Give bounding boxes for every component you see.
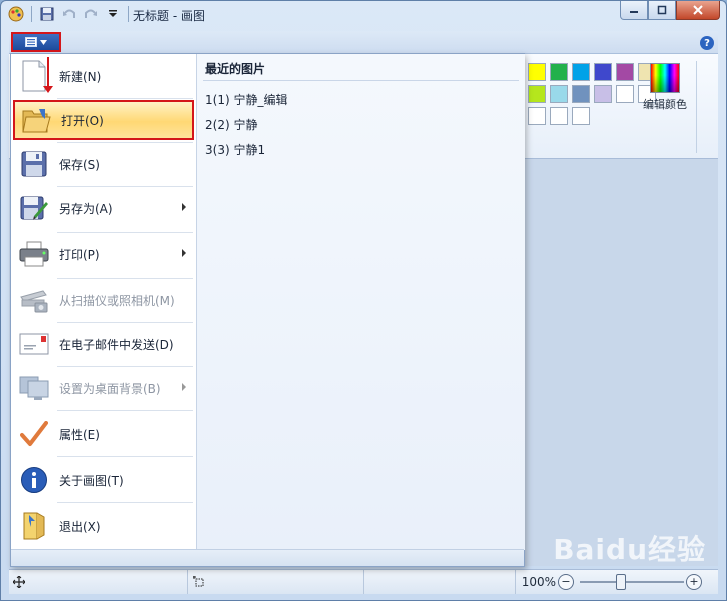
menu-item-open[interactable]: 打开(O) <box>13 100 194 140</box>
color-swatch[interactable] <box>528 63 546 81</box>
quick-access-toolbar <box>7 5 131 23</box>
save-icon <box>17 147 51 181</box>
menu-separator <box>57 98 193 99</box>
menu-separator <box>57 366 193 367</box>
file-menu-footer <box>11 549 524 566</box>
ribbon-divider <box>696 61 697 153</box>
edit-colors-button[interactable]: 编辑颜色 <box>640 63 690 112</box>
zoom-out-button[interactable]: − <box>558 574 574 590</box>
open-folder-icon <box>19 103 53 137</box>
selection-size-icon <box>193 576 204 587</box>
color-swatch[interactable] <box>528 107 546 125</box>
color-swatch[interactable] <box>594 85 612 103</box>
menu-item-send-email[interactable]: 在电子邮件中发送(D) <box>13 324 194 364</box>
color-swatch[interactable] <box>594 63 612 81</box>
file-menu-dropdown: 新建(N) 打开(O) 保存(S) 另存为(A) 打印(P) 从扫描仪或照相机(… <box>10 53 525 567</box>
close-icon <box>693 5 703 15</box>
color-swatch[interactable] <box>572 63 590 81</box>
menu-item-about-paint[interactable]: 关于画图(T) <box>13 460 194 500</box>
recent-item[interactable]: 3(3) 宁静1 <box>205 141 265 158</box>
printer-icon <box>17 237 51 271</box>
edit-colors-label: 编辑颜色 <box>643 98 687 111</box>
file-menu-button[interactable] <box>11 32 61 52</box>
save-as-icon <box>17 191 51 225</box>
qat-separator <box>128 6 129 22</box>
color-swatch[interactable] <box>550 85 568 103</box>
color-swatch[interactable] <box>550 63 568 81</box>
menu-separator <box>57 278 193 279</box>
menu-item-print[interactable]: 打印(P) <box>13 234 194 274</box>
color-swatch[interactable] <box>550 107 568 125</box>
zoom-in-button[interactable]: + <box>686 574 702 590</box>
menu-item-save[interactable]: 保存(S) <box>13 144 194 184</box>
move-cursor-icon <box>13 576 25 588</box>
image-size-cell <box>363 570 516 594</box>
exit-icon <box>17 509 51 543</box>
undo-icon[interactable] <box>60 5 78 23</box>
info-icon <box>17 463 51 497</box>
customize-qat-chevron-down-icon[interactable] <box>104 5 122 23</box>
file-menu-commands: 新建(N) 打开(O) 保存(S) 另存为(A) 打印(P) 从扫描仪或照相机(… <box>11 54 196 550</box>
help-icon[interactable]: ? <box>700 36 714 50</box>
recent-item[interactable]: 2(2) 宁静 <box>205 116 257 133</box>
checkmark-icon <box>17 417 51 451</box>
color-swatch[interactable] <box>572 85 590 103</box>
ribbon-tab-strip <box>9 31 718 54</box>
annotation-arrow <box>43 57 53 93</box>
color-swatch[interactable] <box>616 85 634 103</box>
window-title: 无标题 - 画图 <box>133 9 205 23</box>
menu-item-new[interactable]: 新建(N) <box>13 56 194 96</box>
zoom-slider-thumb[interactable] <box>616 574 626 590</box>
qat-separator <box>31 6 32 22</box>
chevron-down-icon <box>40 39 47 45</box>
menu-item-properties[interactable]: 属性(E) <box>13 414 194 454</box>
minimize-icon <box>630 11 638 13</box>
redo-icon[interactable] <box>82 5 100 23</box>
submenu-arrow-icon <box>182 383 186 391</box>
color-spectrum-icon <box>650 63 680 93</box>
color-swatch[interactable] <box>572 107 590 125</box>
close-button[interactable] <box>676 1 720 20</box>
recent-pictures-panel: 最近的图片 1(1) 宁静_编辑 2(2) 宁静 3(3) 宁静1 <box>196 54 525 550</box>
zoom-level: 100% <box>521 575 556 589</box>
save-icon[interactable] <box>38 5 56 23</box>
menu-item-set-desktop-background[interactable]: 设置为桌面背景(B) <box>13 368 194 408</box>
paint-app-icon[interactable] <box>7 5 25 23</box>
file-menu-icon <box>25 37 37 47</box>
selection-size-cell <box>187 570 364 594</box>
status-bar: 100% − + <box>9 569 718 594</box>
title-bar: 无标题 - 画图 <box>1 1 726 31</box>
menu-item-exit[interactable]: 退出(X) <box>13 506 194 546</box>
scanner-camera-icon <box>17 283 51 317</box>
submenu-arrow-icon <box>182 203 186 211</box>
recent-divider <box>203 80 519 81</box>
recent-item[interactable]: 1(1) 宁静_编辑 <box>205 91 287 108</box>
cursor-position-cell <box>9 570 188 594</box>
menu-separator <box>57 456 193 457</box>
minimize-button[interactable] <box>620 1 648 20</box>
menu-separator <box>57 410 193 411</box>
recent-pictures-title: 最近的图片 <box>205 62 266 76</box>
menu-item-from-scanner[interactable]: 从扫描仪或照相机(M) <box>13 280 194 320</box>
menu-separator <box>57 142 193 143</box>
desktop-background-icon <box>17 371 51 405</box>
zoom-slider-track[interactable] <box>580 581 684 583</box>
menu-separator <box>57 502 193 503</box>
menu-separator <box>57 232 193 233</box>
window-controls <box>620 1 720 20</box>
submenu-arrow-icon <box>182 249 186 257</box>
email-envelope-icon <box>17 327 51 361</box>
menu-separator <box>57 186 193 187</box>
maximize-button[interactable] <box>648 1 676 20</box>
color-swatch[interactable] <box>616 63 634 81</box>
color-swatch[interactable] <box>528 85 546 103</box>
paint-window: 无标题 - 画图 ? 编辑颜色 100% − + 新建(N) 打开(O) 保存(… <box>0 0 727 601</box>
menu-separator <box>57 322 193 323</box>
color-palette <box>528 63 656 125</box>
menu-item-save-as[interactable]: 另存为(A) <box>13 188 194 228</box>
watermark-logo: Baidu经验 <box>553 533 706 566</box>
maximize-icon <box>657 5 667 15</box>
